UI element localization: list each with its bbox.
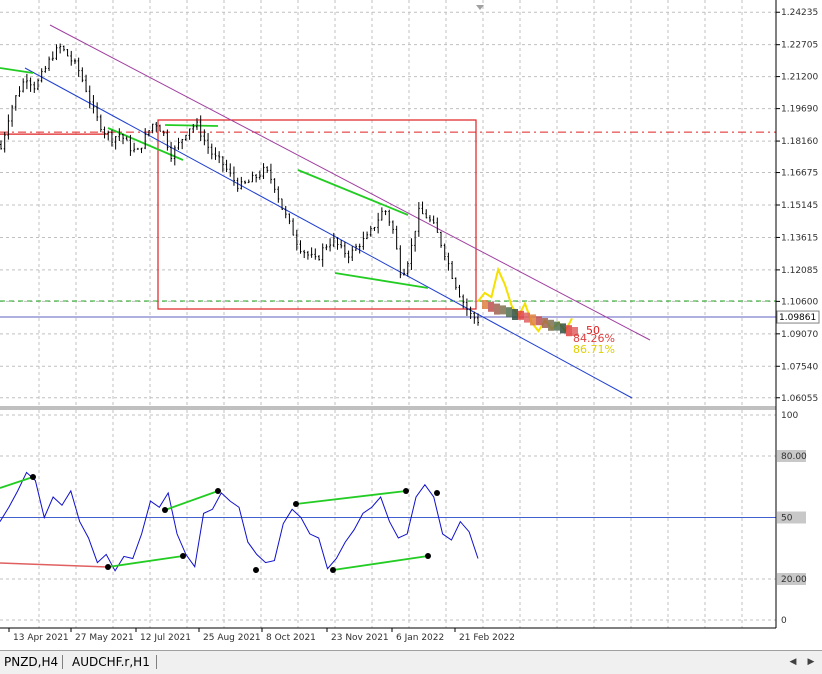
time-tick-label: 13 Apr 2021 xyxy=(13,633,69,643)
price-tick-label: 1.15145 xyxy=(781,201,818,211)
forecast-band-block xyxy=(560,323,566,334)
price-tick-label: 1.09070 xyxy=(781,330,818,340)
rsi-tick-label: 50 xyxy=(781,514,793,524)
rsi-pivot-dot xyxy=(180,553,186,559)
scroll-right-icon[interactable]: ▶ xyxy=(804,654,818,670)
time-tick-label: 23 Nov 2021 xyxy=(331,633,389,643)
time-tick-label: 6 Jan 2022 xyxy=(396,633,444,643)
time-tick-label: 12 Jul 2021 xyxy=(140,633,191,643)
forecast-band-block xyxy=(548,319,554,331)
rsi-tick-label: 80.00 xyxy=(781,452,807,462)
chart-tabs-bar: PNZD,H4 AUDCHF.r,H1 ◀ ▶ xyxy=(0,650,822,674)
rsi-pivot-dot xyxy=(30,474,36,480)
forecast-band-block xyxy=(506,307,512,318)
time-tick-label: 8 Oct 2021 xyxy=(266,633,316,643)
forecast-band-block xyxy=(500,305,506,315)
price-tick-label: 1.07540 xyxy=(781,362,818,372)
rsi-tick-label: 0 xyxy=(781,616,787,626)
chart-background xyxy=(0,0,822,650)
price-tick-label: 1.13615 xyxy=(781,233,818,243)
forecast-band-block xyxy=(566,325,572,337)
time-tick-label: 25 Aug 2021 xyxy=(203,633,261,643)
forecast-band-block xyxy=(512,309,518,320)
price-tick-label: 1.06055 xyxy=(781,394,818,404)
time-tick-label: 21 Feb 2022 xyxy=(459,633,515,643)
current-price-label: 1.09861 xyxy=(779,313,816,323)
forecast-band-block xyxy=(524,312,530,323)
price-tick-label: 1.12085 xyxy=(781,266,818,276)
tab-pnzd-h4[interactable]: PNZD,H4 xyxy=(0,654,62,671)
forecast-band-block xyxy=(542,318,548,328)
forecast-band-block xyxy=(518,310,524,320)
chart-area[interactable]: 1.24235 1.22705 1.21200 1.19690 1.18160 1.166… xyxy=(0,0,822,650)
price-tick-label: 1.10600 xyxy=(781,297,818,307)
forecast-band-block xyxy=(530,314,536,326)
forecast-band-block xyxy=(482,300,488,309)
price-tick-label: 1.19690 xyxy=(781,105,818,115)
divergence-line xyxy=(164,124,219,127)
tab-separator xyxy=(62,655,63,669)
rsi-pivot-dot xyxy=(425,553,431,559)
forecast-band-block xyxy=(494,303,500,315)
price-tick-label: 1.22705 xyxy=(781,41,818,51)
rsi-pivot-dot xyxy=(293,501,299,507)
price-tick-label: 1.18160 xyxy=(781,137,818,147)
forecast-band-block xyxy=(554,321,560,331)
rsi-tick-label: 20.00 xyxy=(781,575,807,585)
price-tick-label: 1.24235 xyxy=(781,8,818,18)
tab-audchf-h1[interactable]: AUDCHF.r,H1 xyxy=(68,654,154,671)
rsi-pivot-dot xyxy=(105,564,111,570)
rsi-pivot-dot xyxy=(434,490,440,496)
forecast-band-block xyxy=(488,301,494,312)
rsi-tick-label: 100 xyxy=(781,411,798,421)
price-tick-label: 1.21200 xyxy=(781,73,818,83)
rsi-pivot-dot xyxy=(253,567,259,573)
rsi-pivot-dot xyxy=(215,488,221,494)
rsi-pivot-dot xyxy=(162,507,168,513)
time-tick-label: 27 May 2021 xyxy=(75,633,134,643)
forecast-band-block xyxy=(536,316,542,326)
scroll-left-icon[interactable]: ◀ xyxy=(786,654,800,670)
tab-separator xyxy=(156,655,157,669)
rsi-pivot-dot xyxy=(403,488,409,494)
percent-label-2: 86.71% xyxy=(573,343,615,356)
price-tick-label: 1.16675 xyxy=(781,169,818,179)
rsi-pivot-dot xyxy=(330,567,336,573)
